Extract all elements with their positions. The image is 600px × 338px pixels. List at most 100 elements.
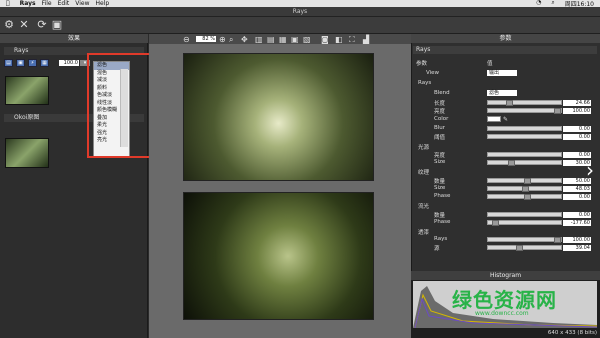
preview-original-image[interactable]: [183, 192, 374, 320]
view-select[interactable]: 输出: [487, 70, 517, 76]
view-icon-3[interactable]: ▦: [279, 35, 287, 44]
glow-group-label[interactable]: 光源: [418, 143, 429, 151]
brightness-label: 亮度: [434, 109, 446, 115]
texture-amount-knob[interactable]: [524, 178, 531, 184]
trans-rays-value[interactable]: 100.00: [563, 237, 591, 243]
length-value[interactable]: 24.66: [563, 100, 591, 106]
threshold-slider[interactable]: [487, 134, 562, 139]
menu-app-name[interactable]: Rays: [20, 0, 36, 7]
highlight-box: [87, 53, 152, 158]
refresh-icon[interactable]: ⟳: [36, 19, 48, 31]
next-arrow-icon[interactable]: ›: [582, 157, 598, 183]
layer-source-thumbnail[interactable]: [5, 138, 49, 168]
histogram-toggle-icon[interactable]: ▟: [363, 35, 369, 44]
menu-file[interactable]: File: [42, 0, 52, 7]
brightness-slider-knob[interactable]: [554, 108, 561, 114]
parameters-subheader: Rays: [413, 46, 597, 54]
brightness-slider[interactable]: [487, 108, 562, 114]
texture-phase-knob[interactable]: [524, 194, 531, 200]
flow-phase-value[interactable]: -177.60: [563, 220, 591, 226]
transparency-group-label[interactable]: 透漆: [418, 228, 429, 236]
trans-rays-label: Rays: [434, 236, 448, 242]
threshold-label: 阈值: [434, 135, 446, 141]
texture-phase-slider[interactable]: [487, 194, 562, 200]
texture-amount-slider[interactable]: [487, 178, 562, 184]
glow-size-label: Size: [434, 159, 446, 165]
flow-phase-label: Phase: [434, 219, 451, 225]
preview-processed-image[interactable]: [183, 53, 374, 181]
view-label: View: [426, 70, 440, 76]
menu-view[interactable]: View: [75, 0, 89, 7]
lightning-icon[interactable]: ⚡: [28, 59, 37, 67]
flow-amount-label: 数量: [434, 213, 446, 219]
flow-group-label[interactable]: 流光: [418, 202, 429, 210]
fullscreen-icon[interactable]: ⛶: [349, 35, 355, 45]
zoom-level[interactable]: 82 %: [196, 36, 216, 42]
apple-icon[interactable]: : [6, 0, 10, 7]
trans-source-slider[interactable]: [487, 245, 562, 251]
close-icon[interactable]: ✕: [18, 19, 30, 31]
texture-group-label[interactable]: 纹理: [418, 168, 429, 176]
color-swatch[interactable]: [487, 116, 501, 122]
watermark-url: www.downcc.com: [475, 310, 529, 317]
length-slider-knob[interactable]: [506, 100, 513, 106]
menu-edit[interactable]: Edit: [58, 0, 70, 7]
zoom-in-icon[interactable]: ⊕: [219, 35, 226, 44]
flow-phase-slider[interactable]: [487, 220, 562, 226]
view-icon-4[interactable]: ▣: [291, 35, 299, 44]
split-view-icon[interactable]: ▥: [255, 35, 263, 44]
layer-icon-c[interactable]: ▦: [40, 59, 49, 67]
compare-icon[interactable]: ◧: [335, 35, 343, 44]
rays-group-label[interactable]: Rays: [418, 80, 431, 86]
glow-amount-label: 亮度: [434, 153, 446, 159]
pan-icon[interactable]: ✥: [241, 35, 248, 44]
glow-size-knob[interactable]: [508, 160, 515, 166]
trans-rays-slider[interactable]: [487, 237, 562, 243]
glow-size-slider[interactable]: [487, 160, 562, 166]
length-label: 长度: [434, 101, 446, 107]
layer-icon-b[interactable]: ▣: [16, 59, 25, 67]
texture-size-knob[interactable]: [522, 186, 529, 192]
fit-icon[interactable]: ▣: [51, 19, 63, 31]
magnify-icon[interactable]: ⌕: [229, 35, 233, 45]
col-value-header: 值: [487, 61, 493, 67]
watermark-text: 绿色资源网: [452, 288, 557, 312]
settings-icon[interactable]: ⚙: [3, 19, 15, 31]
brightness-value[interactable]: 100.00: [563, 108, 591, 114]
texture-phase-label: Phase: [434, 193, 451, 199]
texture-amount-label: 数量: [434, 179, 446, 185]
menu-help[interactable]: Help: [96, 0, 110, 7]
layer-rays-thumbnail[interactable]: [5, 76, 49, 105]
flow-amount-slider[interactable]: [487, 212, 562, 217]
camera-icon[interactable]: ◙: [321, 35, 329, 44]
trans-source-knob[interactable]: [516, 245, 523, 251]
threshold-value[interactable]: 0.00: [563, 134, 591, 140]
length-slider[interactable]: [487, 100, 562, 106]
main-toolbar: ⚙ ✕ ⟳ ▣: [0, 17, 600, 34]
texture-phase-value[interactable]: 0.00: [563, 194, 591, 200]
menu-bar:  Rays File Edit View Help ◔ ⌕ 周四16:10: [0, 0, 600, 8]
texture-size-value[interactable]: 48.03: [563, 186, 591, 192]
flow-amount-value[interactable]: 0.00: [563, 212, 591, 218]
trans-rays-knob[interactable]: [554, 237, 561, 243]
texture-size-slider[interactable]: [487, 186, 562, 192]
effects-panel-header: 效果: [0, 34, 148, 43]
zoom-out-icon[interactable]: ⊖: [183, 35, 190, 44]
flow-phase-knob[interactable]: [492, 220, 499, 226]
opacity-field[interactable]: 100.0: [59, 60, 79, 66]
window-titlebar: Rays: [0, 7, 600, 17]
image-info-status: 640 x 433 (8 bits): [411, 328, 600, 338]
window-title: Rays: [292, 8, 308, 15]
glow-amount-slider[interactable]: [487, 152, 562, 157]
view-icon-2[interactable]: ▤: [267, 35, 275, 44]
blur-label: Blur: [434, 125, 446, 131]
eyedropper-icon[interactable]: ✎: [503, 116, 508, 123]
blur-slider[interactable]: [487, 126, 562, 131]
blend-select[interactable]: 滤色: [487, 90, 517, 96]
trans-source-value[interactable]: 39.04: [563, 245, 591, 251]
col-param-header: 参数: [416, 61, 428, 67]
blur-value[interactable]: 0.00: [563, 126, 591, 132]
histogram-header: Histogram: [411, 271, 600, 280]
layer-icon-a[interactable]: ▤: [4, 59, 13, 67]
view-icon-5[interactable]: ▧: [303, 35, 311, 44]
